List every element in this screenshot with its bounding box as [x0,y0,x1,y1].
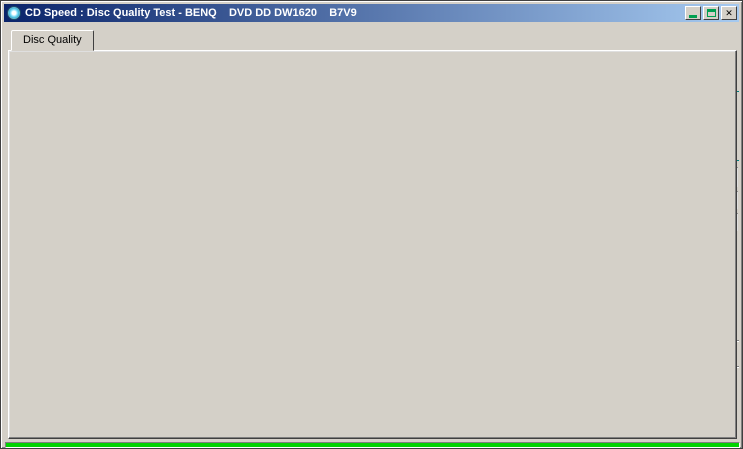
close-button[interactable] [721,6,737,20]
app-icon [7,6,21,20]
tab-page [8,50,737,439]
maximize-button[interactable] [703,6,719,20]
app-window: CD Speed : Disc Quality Test - BENQ DVD … [0,0,743,449]
maximize-icon [706,9,716,17]
minimize-button[interactable] [685,6,701,20]
tab-disc-quality[interactable]: Disc Quality [11,30,94,51]
minimize-icon [689,14,697,18]
title-bar[interactable]: CD Speed : Disc Quality Test - BENQ DVD … [4,4,739,22]
window-title: CD Speed : Disc Quality Test - BENQ DVD … [25,7,357,19]
progress-bar [5,442,740,448]
